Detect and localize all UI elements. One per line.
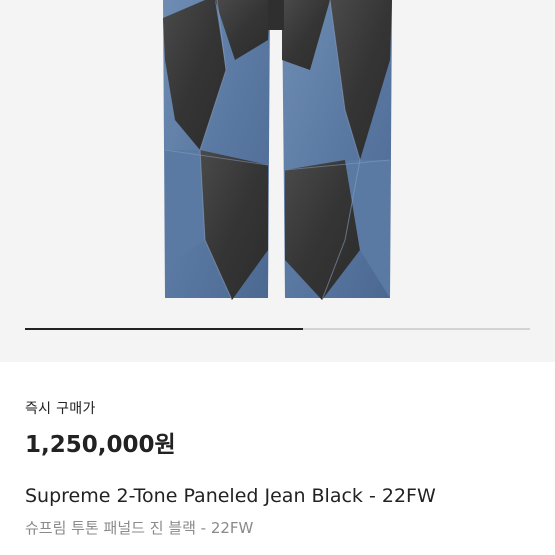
product-image-area[interactable] (0, 0, 555, 362)
product-name-korean: 슈프림 투톤 패널드 진 블랙 - 22FW (25, 519, 254, 537)
purchase-label: 즉시 구매가 (25, 401, 96, 417)
jeans-image (163, 0, 392, 301)
image-progress-bar[interactable] (25, 328, 530, 330)
image-progress-indicator (25, 328, 303, 330)
price: 1,250,000원 (25, 432, 176, 458)
product-name[interactable]: Supreme 2-Tone Paneled Jean Black - 22FW (25, 485, 436, 507)
